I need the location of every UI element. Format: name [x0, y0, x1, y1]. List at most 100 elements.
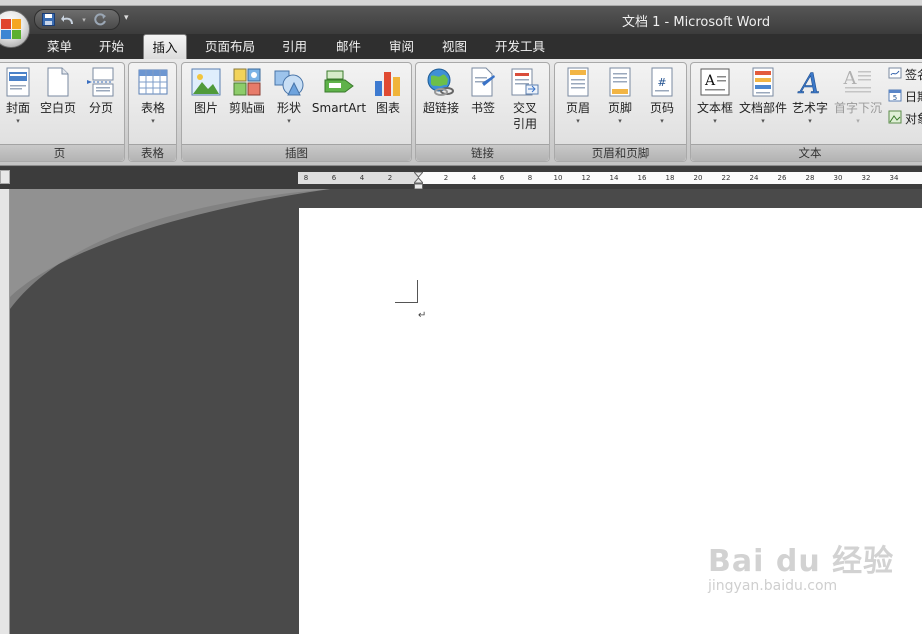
- shapes-button[interactable]: 形状 ▾: [271, 66, 307, 126]
- ribbon-tab-bar: 菜单 开始 插入 页面布局 引用 邮件 审阅 视图 开发工具: [0, 34, 922, 59]
- ruler-tick: 16: [637, 174, 647, 182]
- text-box-label: 文本框: [696, 101, 733, 115]
- ruler-tick: 2: [443, 174, 449, 182]
- wordart-label: 艺术字: [791, 101, 828, 115]
- save-icon[interactable]: [41, 13, 55, 27]
- drop-cap-icon: A: [842, 66, 874, 98]
- signature-line-button[interactable]: 签名: [888, 66, 922, 83]
- calendar-icon: 5: [888, 88, 902, 105]
- svg-text:5: 5: [893, 94, 897, 102]
- chevron-down-icon: ▾: [713, 117, 717, 125]
- cross-reference-icon: [509, 66, 541, 98]
- smartart-button[interactable]: SmartArt: [310, 66, 368, 116]
- tab-selector[interactable]: [0, 170, 10, 184]
- horizontal-ruler[interactable]: 8 6 4 2 2 4 6 8 10 12 14 16 18 20 22 24 …: [298, 172, 922, 184]
- ruler-tick: 6: [331, 174, 337, 182]
- ruler-tick: 18: [665, 174, 675, 182]
- blank-page-label: 空白页: [39, 101, 76, 115]
- chevron-down-icon: ▾: [856, 117, 860, 125]
- undo-dropdown-icon[interactable]: ▾: [81, 13, 87, 27]
- cover-page-label: 封面: [5, 101, 30, 115]
- group-header-footer-label: 页眉和页脚: [555, 144, 686, 161]
- tab-page-layout[interactable]: 页面布局: [201, 34, 259, 59]
- group-text-label: 文本: [691, 144, 922, 161]
- hyperlink-label: 超链接: [422, 101, 459, 115]
- hyperlink-button[interactable]: 超链接: [420, 66, 462, 116]
- tab-insert[interactable]: 插入: [143, 34, 187, 59]
- object-button[interactable]: 对象: [888, 110, 922, 127]
- object-icon: [888, 110, 902, 127]
- footer-button[interactable]: 页脚 ▾: [603, 66, 637, 126]
- group-pages-label: 页: [0, 144, 124, 161]
- page-break-button[interactable]: 分页: [83, 66, 119, 116]
- chevron-down-icon: ▾: [660, 117, 664, 125]
- chevron-down-icon: ▾: [576, 117, 580, 125]
- tab-references[interactable]: 引用: [278, 34, 311, 59]
- browser-tab-strip: [0, 0, 922, 6]
- ribbon: 封面 ▾ 空白页 分页 页 表格 ▾ 表格 图片 剪贴画 形状 ▾ SmartA…: [0, 59, 922, 166]
- title-bar: ▾ ▾ 文档 1 - Microsoft Word: [0, 0, 922, 48]
- blank-page-icon: [42, 66, 74, 98]
- date-time-label: 日期: [905, 90, 922, 104]
- date-time-button[interactable]: 5 日期: [888, 88, 922, 105]
- page-number-button[interactable]: # 页码 ▾: [645, 66, 679, 126]
- watermark-brand: Bai du 经验: [708, 544, 895, 579]
- chart-icon: [372, 66, 404, 98]
- blank-page-button[interactable]: 空白页: [37, 66, 79, 116]
- quick-parts-icon: [747, 66, 779, 98]
- footer-icon: [604, 66, 636, 98]
- table-button[interactable]: 表格 ▾: [134, 66, 172, 126]
- cross-reference-label: 交叉 引用: [512, 101, 537, 131]
- ruler-tick: 26: [777, 174, 787, 182]
- ruler-tick: 24: [749, 174, 759, 182]
- svg-text:#: #: [657, 76, 666, 89]
- group-links-label: 链接: [416, 144, 549, 161]
- smartart-icon: [323, 66, 355, 98]
- indent-marker[interactable]: [412, 171, 425, 190]
- ruler-tick: 2: [387, 174, 393, 182]
- table-icon: [137, 66, 169, 98]
- ruler-tick: 4: [359, 174, 365, 182]
- header-button[interactable]: 页眉 ▾: [561, 66, 595, 126]
- group-illustrations: 图片 剪贴画 形状 ▾ SmartArt 图表 插图: [181, 62, 412, 162]
- cross-reference-button[interactable]: 交叉 引用: [506, 66, 544, 132]
- tab-menu[interactable]: 菜单: [43, 34, 76, 59]
- bookmark-label: 书签: [470, 101, 495, 115]
- chevron-down-icon: ▾: [151, 117, 155, 125]
- tab-mailings[interactable]: 邮件: [332, 34, 365, 59]
- signature-line-label: 签名: [905, 68, 922, 82]
- tab-developer[interactable]: 开发工具: [491, 34, 549, 59]
- customize-qat-icon[interactable]: ▾: [124, 13, 129, 23]
- text-box-button[interactable]: A 文本框 ▾: [695, 66, 735, 126]
- chevron-down-icon: ▾: [808, 117, 812, 125]
- svg-text:A: A: [843, 68, 858, 89]
- bookmark-button[interactable]: 书签: [467, 66, 499, 116]
- cover-page-button[interactable]: 封面 ▾: [0, 66, 37, 126]
- page-number-icon: #: [646, 66, 678, 98]
- smartart-label: SmartArt: [311, 101, 367, 115]
- undo-icon[interactable]: [61, 13, 75, 27]
- ruler-tick: 32: [861, 174, 871, 182]
- chart-button[interactable]: 图表: [370, 66, 406, 116]
- vertical-ruler[interactable]: [0, 189, 10, 634]
- drop-cap-button[interactable]: A 首字下沉 ▾: [832, 66, 884, 126]
- ruler-tick: 4: [471, 174, 477, 182]
- quick-parts-button[interactable]: 文档部件 ▾: [737, 66, 789, 126]
- margin-crop-mark: [395, 280, 418, 303]
- group-pages: 封面 ▾ 空白页 分页 页: [0, 62, 125, 162]
- tab-home[interactable]: 开始: [95, 34, 128, 59]
- chevron-down-icon: ▾: [287, 117, 291, 125]
- quick-access-toolbar: ▾: [34, 9, 120, 30]
- group-tables: 表格 ▾ 表格: [128, 62, 177, 162]
- watermark-url: jingyan.baidu.com: [708, 578, 838, 594]
- redo-icon[interactable]: [93, 13, 107, 27]
- bookmark-icon: [467, 66, 499, 98]
- picture-icon: [190, 66, 222, 98]
- clip-art-button[interactable]: 剪贴画: [227, 66, 267, 116]
- picture-button[interactable]: 图片: [188, 66, 224, 116]
- group-illustrations-label: 插图: [182, 144, 411, 161]
- footer-label: 页脚: [607, 101, 632, 115]
- wordart-button[interactable]: A 艺术字 ▾: [790, 66, 830, 126]
- tab-view[interactable]: 视图: [438, 34, 471, 59]
- tab-review[interactable]: 审阅: [385, 34, 418, 59]
